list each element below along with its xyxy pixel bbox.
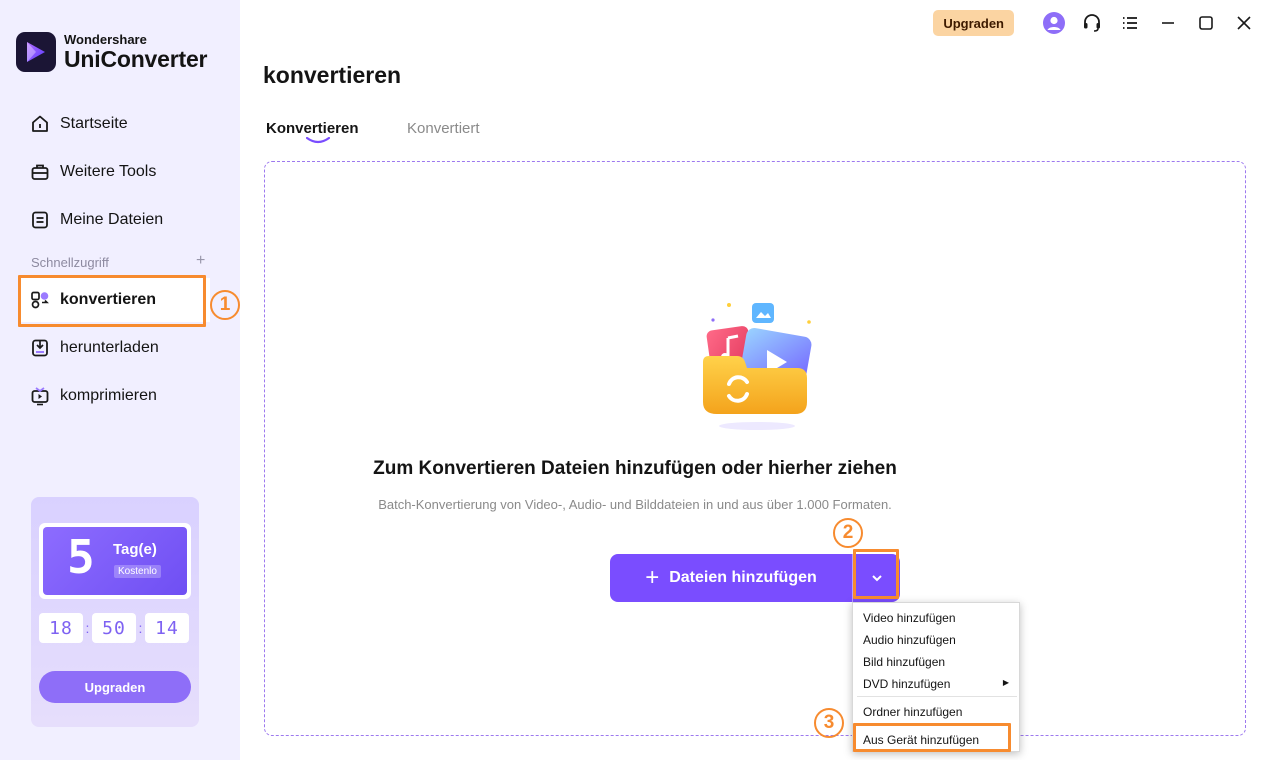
- brand-uniconverter: UniConverter: [64, 46, 208, 72]
- annotation-marker-2: 2: [833, 518, 863, 548]
- sidebar-item-komprimieren[interactable]: komprimieren: [20, 374, 210, 418]
- file-icon: [30, 210, 50, 230]
- menu-divider: [857, 696, 1017, 697]
- trial-free-label: Kostenlo: [114, 565, 161, 578]
- trial-days-label: Tag(e): [113, 541, 157, 558]
- trial-upgrade-button[interactable]: Upgraden: [39, 671, 191, 703]
- sidebar: Wondershare UniConverter Startseite Weit…: [0, 0, 240, 760]
- dropzone-subtitle: Batch-Konvertierung von Video-, Audio- u…: [378, 497, 892, 512]
- menu-item-add-from-device[interactable]: Aus Gerät hinzufügen: [863, 733, 979, 747]
- media-folder-illustration-icon: [703, 303, 812, 430]
- countdown-hours: 18: [39, 613, 83, 643]
- add-files-dropdown-button[interactable]: [853, 554, 900, 602]
- sidebar-item-label: konvertieren: [60, 291, 157, 308]
- countdown-minutes: 50: [92, 613, 136, 643]
- sidebar-item-weitere-tools[interactable]: Weitere Tools: [20, 150, 210, 194]
- trial-days-panel: 5 Tag(e) Kostenlo: [39, 523, 191, 599]
- plus-icon: +: [645, 564, 660, 591]
- sidebar-item-herunterladen[interactable]: herunterladen: [20, 326, 210, 370]
- dropzone-title: Zum Konvertieren Dateien hinzufügen oder…: [373, 458, 897, 479]
- sidebar-item-meine-dateien[interactable]: Meine Dateien: [20, 198, 210, 242]
- home-icon: [30, 114, 50, 134]
- brand-wondershare: Wondershare: [64, 32, 147, 47]
- brand: Wondershare UniConverter: [16, 32, 207, 72]
- add-files-split-button[interactable]: + Dateien hinzufügen: [610, 554, 900, 602]
- minimize-icon[interactable]: [1156, 11, 1180, 35]
- page-title: konvertieren: [263, 62, 402, 88]
- menu-item-add-video[interactable]: Video hinzufügen: [863, 611, 956, 625]
- countdown-seconds: 14: [145, 613, 189, 643]
- submenu-arrow-icon: ▶: [1002, 678, 1009, 687]
- toolbox-icon: [30, 162, 50, 182]
- annotation-marker-3: 3: [814, 708, 844, 738]
- add-files-button[interactable]: + Dateien hinzufügen: [610, 554, 852, 602]
- sidebar-item-label: herunterladen: [60, 339, 159, 356]
- compress-icon: [30, 386, 50, 406]
- menu-item-add-dvd[interactable]: DVD hinzufügen: [863, 677, 950, 691]
- trial-days-count: 5: [67, 530, 95, 584]
- convert-icon: [30, 290, 50, 310]
- sidebar-item-startseite[interactable]: Startseite: [20, 102, 210, 146]
- add-files-label: Dateien hinzufügen: [669, 569, 817, 586]
- menu-item-add-folder[interactable]: Ordner hinzufügen: [863, 705, 962, 719]
- section-label-quick-access: Schnellzugriff: [31, 255, 109, 270]
- add-files-menu: Video hinzufügen Audio hinzufügen Bild h…: [852, 602, 1020, 752]
- headset-support-icon[interactable]: [1080, 11, 1104, 35]
- annotation-marker-1: 1: [210, 290, 240, 320]
- tab-konvertiert[interactable]: Konvertiert: [407, 120, 480, 137]
- sidebar-item-konvertieren[interactable]: konvertieren: [20, 278, 210, 322]
- menu-item-add-audio[interactable]: Audio hinzufügen: [863, 633, 956, 647]
- sidebar-item-label: Weitere Tools: [60, 163, 157, 180]
- upgrade-button[interactable]: Upgraden: [933, 10, 1014, 36]
- tab-active-indicator: [306, 137, 330, 144]
- download-icon: [30, 338, 50, 358]
- sidebar-item-label: komprimieren: [60, 387, 157, 404]
- file-drop-zone[interactable]: [264, 161, 1246, 736]
- close-icon[interactable]: [1232, 11, 1256, 35]
- chevron-down-icon: [871, 575, 882, 582]
- trial-countdown: 18 : 50 : 14: [39, 613, 189, 643]
- sidebar-item-label: Startseite: [60, 115, 128, 132]
- maximize-icon[interactable]: [1194, 11, 1218, 35]
- sidebar-item-label: Meine Dateien: [60, 211, 164, 228]
- add-quick-access-button[interactable]: +: [196, 252, 205, 270]
- app-logo-icon: [16, 32, 56, 72]
- tab-konvertieren[interactable]: Konvertieren: [266, 120, 359, 137]
- trial-card: 5 Tag(e) Kostenlo 18 : 50 : 14 Upgraden: [31, 497, 199, 727]
- menu-item-add-image[interactable]: Bild hinzufügen: [863, 655, 945, 669]
- user-avatar-icon[interactable]: [1042, 11, 1066, 35]
- title-bar: Upgraden: [933, 10, 1256, 36]
- menu-list-icon[interactable]: [1118, 11, 1142, 35]
